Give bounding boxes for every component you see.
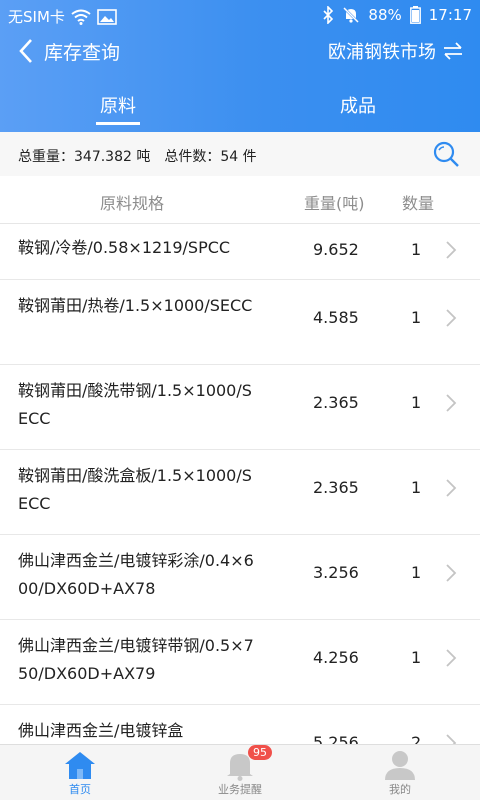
chevron-right-icon xyxy=(446,309,457,327)
carrier-label: 无SIM卡 xyxy=(8,8,65,26)
tabbar-me[interactable]: 我的 xyxy=(360,749,440,797)
row-spec: 佛山津西金兰/电镀锌彩涂/0.4×600/DX60D+AX78 xyxy=(18,551,254,598)
chevron-right-icon xyxy=(446,564,457,582)
back-arrow-icon[interactable] xyxy=(14,36,40,66)
tabbar-alerts-label: 业务提醒 xyxy=(218,783,262,796)
row-spec: 佛山津西金兰/电镀锌带钢/0.5×750/DX60D+AX79 xyxy=(18,636,254,683)
row-qty: 1 xyxy=(411,393,422,412)
table-header: 原料规格 重量(吨) 数量 xyxy=(0,176,480,224)
row-spec: 鞍钢莆田/酸洗带钢/1.5×1000/SECC xyxy=(18,381,252,428)
bottom-tab-bar: 首页 95 业务提醒 我的 xyxy=(0,744,480,800)
switch-icon xyxy=(444,42,462,60)
column-header-qty: 数量 xyxy=(402,194,435,213)
battery-icon xyxy=(409,6,421,24)
total-count: 总件数：54 件 xyxy=(164,149,257,165)
row-weight: 9.652 xyxy=(313,240,359,259)
row-weight: 4.585 xyxy=(313,308,359,327)
row-weight: 2.365 xyxy=(313,393,359,412)
user-icon xyxy=(385,751,415,780)
summary-bar: 总重量：347.382 吨 总件数：54 件 xyxy=(0,132,480,176)
row-weight: 4.256 xyxy=(313,648,359,667)
alerts-badge: 95 xyxy=(248,745,272,760)
tab-finished-product[interactable]: 成品 xyxy=(340,92,376,118)
row-spec: 佛山津西金兰/电镀锌盒 xyxy=(18,721,184,740)
row-qty: 1 xyxy=(411,563,422,582)
table-row[interactable]: 鞍钢莆田/酸洗带钢/1.5×1000/SECC 2.365 1 xyxy=(0,365,480,450)
column-header-weight: 重量(吨) xyxy=(304,194,365,213)
chevron-right-icon xyxy=(446,479,457,497)
table-row[interactable]: 佛山津西金兰/电镀锌盒 5.256 2 xyxy=(0,705,480,744)
chevron-right-icon xyxy=(446,734,457,744)
tabbar-home[interactable]: 首页 xyxy=(40,749,120,797)
chevron-right-icon xyxy=(446,241,457,259)
row-qty: 2 xyxy=(411,733,422,744)
home-icon xyxy=(65,752,95,779)
wifi-icon xyxy=(71,9,91,25)
header: 无SIM卡 88% 17:17 库存查询 欧浦钢铁市场 原料 成品 xyxy=(0,0,480,132)
clock: 17:17 xyxy=(428,6,472,24)
total-weight: 总重量：347.382 吨 xyxy=(18,149,151,165)
market-switcher[interactable]: 欧浦钢铁市场 xyxy=(328,38,464,64)
row-weight: 3.256 xyxy=(313,563,359,582)
page-title: 库存查询 xyxy=(44,42,121,64)
table-row[interactable]: 佛山津西金兰/电镀锌带钢/0.5×750/DX60D+AX79 4.256 1 xyxy=(0,620,480,705)
tabbar-me-label: 我的 xyxy=(389,783,411,796)
table-row[interactable]: 鞍钢莆田/酸洗盒板/1.5×1000/SECC 2.365 1 xyxy=(0,450,480,535)
bluetooth-icon xyxy=(323,6,334,24)
row-spec: 鞍钢莆田/热卷/1.5×1000/SECC xyxy=(18,296,253,315)
row-qty: 1 xyxy=(411,308,422,327)
row-weight: 5.256 xyxy=(313,733,359,744)
status-bar: 无SIM卡 88% 17:17 xyxy=(0,0,480,32)
row-spec: 鞍钢/冷卷/0.58×1219/SPCC xyxy=(18,238,231,257)
tabbar-home-label: 首页 xyxy=(69,783,91,796)
tabbar-alerts[interactable]: 95 业务提醒 xyxy=(200,745,280,797)
table-row[interactable]: 佛山津西金兰/电镀锌彩涂/0.4×600/DX60D+AX78 3.256 1 xyxy=(0,535,480,620)
chevron-right-icon xyxy=(446,649,457,667)
mute-bell-icon xyxy=(343,7,360,23)
table-row[interactable]: 鞍钢莆田/热卷/1.5×1000/SECC 4.585 1 xyxy=(0,280,480,365)
battery-percent: 88% xyxy=(368,6,402,24)
nav-bar: 库存查询 欧浦钢铁市场 xyxy=(0,32,480,72)
market-label: 欧浦钢铁市场 xyxy=(328,42,436,63)
row-qty: 1 xyxy=(411,240,422,259)
inventory-list[interactable]: 鞍钢/冷卷/0.58×1219/SPCC 9.652 1 鞍钢莆田/热卷/1.5… xyxy=(0,224,480,744)
tab-raw-material[interactable]: 原料 xyxy=(100,92,136,118)
active-tab-indicator xyxy=(96,122,140,125)
table-row[interactable]: 鞍钢/冷卷/0.58×1219/SPCC 9.652 1 xyxy=(0,224,480,280)
row-qty: 1 xyxy=(411,478,422,497)
chevron-right-icon xyxy=(446,394,457,412)
column-header-spec: 原料规格 xyxy=(100,194,165,213)
row-spec: 鞍钢莆田/酸洗盒板/1.5×1000/SECC xyxy=(18,466,252,513)
row-weight: 2.365 xyxy=(313,478,359,497)
category-tabs: 原料 成品 xyxy=(0,82,480,128)
row-qty: 1 xyxy=(411,648,422,667)
image-icon xyxy=(97,8,117,25)
search-icon[interactable] xyxy=(432,140,460,168)
